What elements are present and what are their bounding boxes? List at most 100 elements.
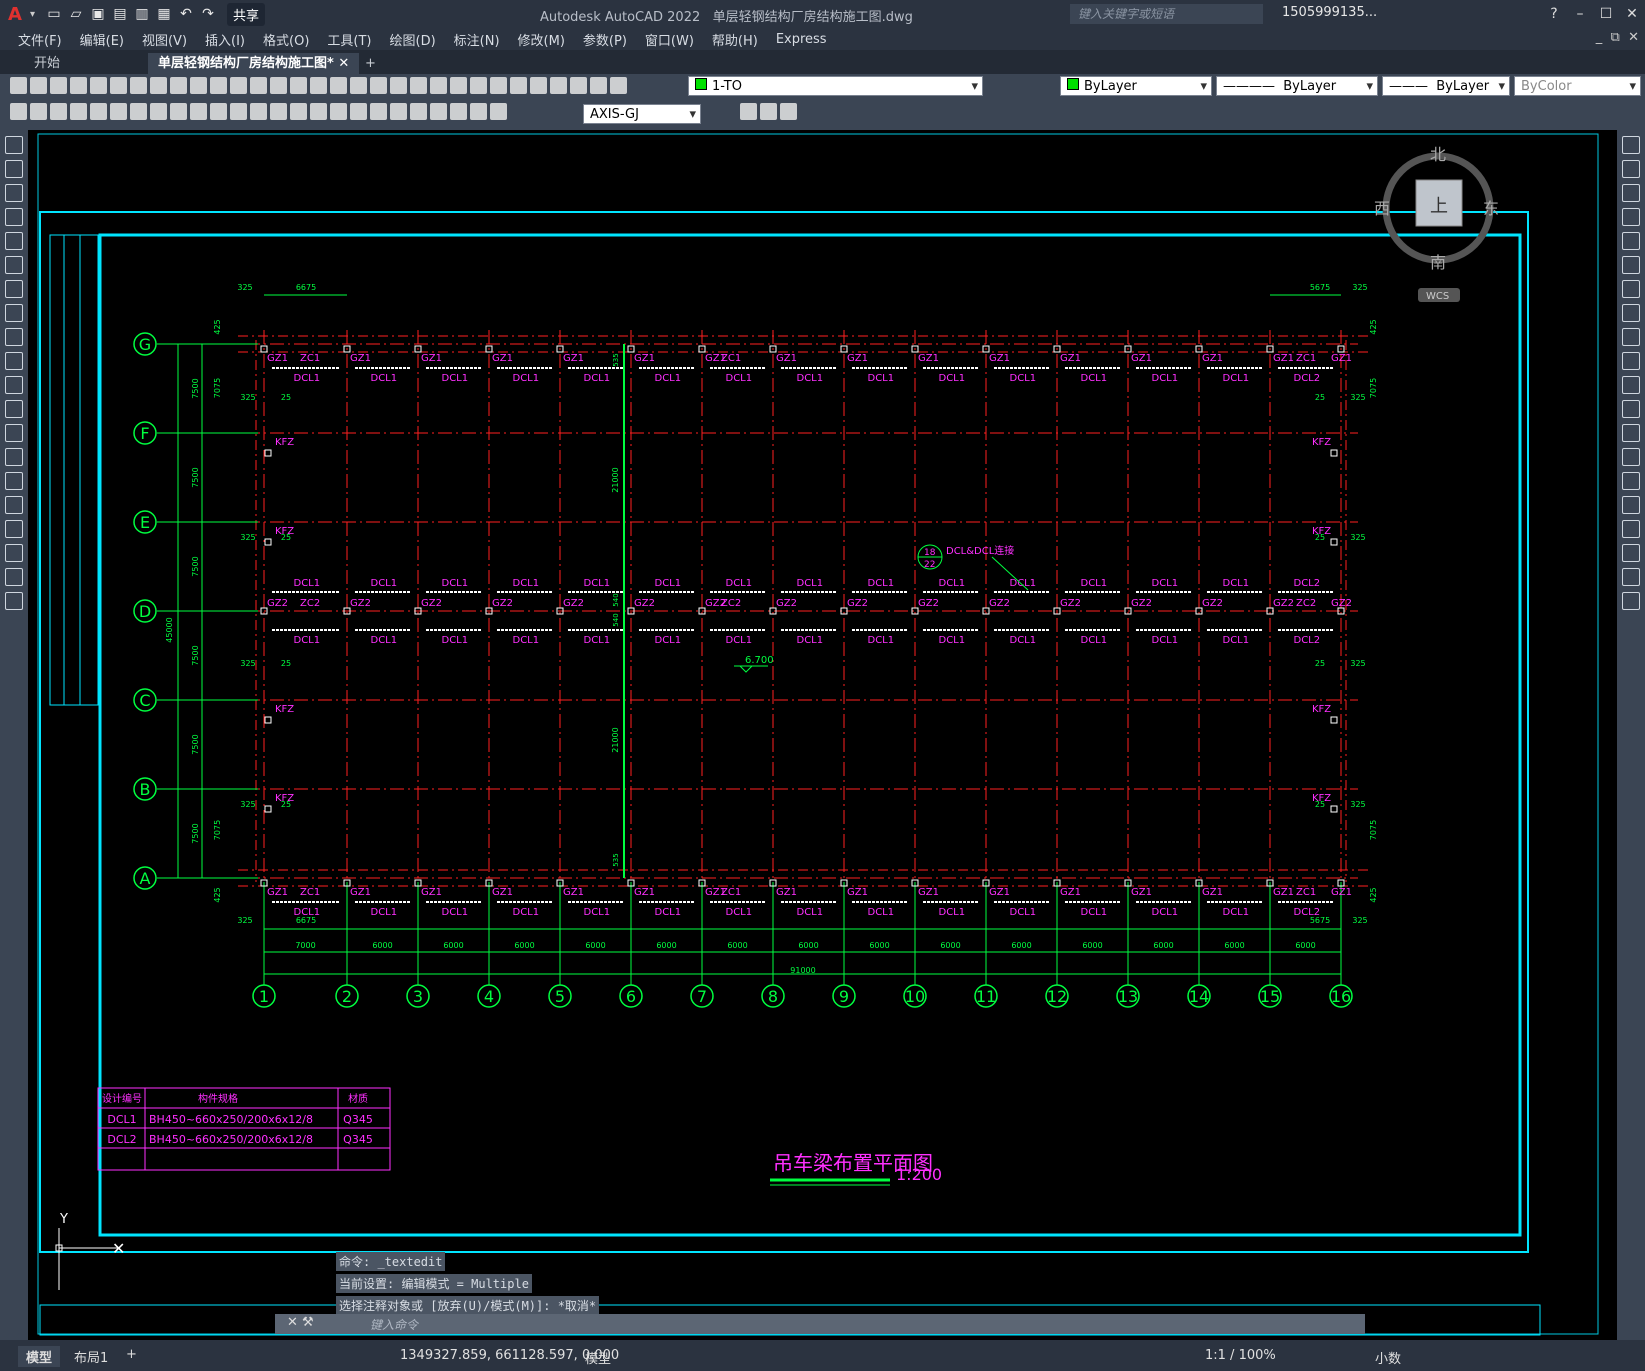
dimension-tool-icon[interactable] (760, 103, 777, 120)
dimension-tool-icon[interactable] (90, 103, 107, 120)
menu-item-12[interactable]: Express (776, 32, 827, 47)
dimension-tool-icon[interactable] (470, 103, 487, 120)
standard-tool-icon[interactable] (250, 77, 267, 94)
standard-tool-icon[interactable] (170, 77, 187, 94)
save-as-icon[interactable]: ▤ (111, 5, 129, 23)
leftbar-tool-icon[interactable] (5, 376, 23, 394)
leftbar-tool-icon[interactable] (5, 424, 23, 442)
standard-tool-icon[interactable] (390, 77, 407, 94)
rightbar-tool-icon[interactable] (1622, 328, 1640, 346)
command-line[interactable]: ✕ ⚒ 键入命令 (275, 1314, 1365, 1334)
dimension-tool-icon[interactable] (450, 103, 467, 120)
rightbar-tool-icon[interactable] (1622, 520, 1640, 538)
standard-tool-icon[interactable] (190, 77, 207, 94)
standard-tool-icon[interactable] (330, 77, 347, 94)
leftbar-tool-icon[interactable] (5, 544, 23, 562)
menu-item-1[interactable]: 编辑(E) (80, 30, 124, 49)
standard-tool-icon[interactable] (490, 77, 507, 94)
standard-tool-icon[interactable] (90, 77, 107, 94)
rightbar-tool-icon[interactable] (1622, 256, 1640, 274)
leftbar-tool-icon[interactable] (5, 256, 23, 274)
menu-item-5[interactable]: 工具(T) (327, 30, 371, 49)
publish-icon[interactable]: ▥ (133, 5, 151, 23)
save-icon[interactable]: ▣ (89, 5, 107, 23)
rightbar-tool-icon[interactable] (1622, 160, 1640, 178)
undo-icon[interactable]: ↶ (177, 5, 195, 23)
rightbar-tool-icon[interactable] (1622, 184, 1640, 202)
help-icon[interactable]: ? (1541, 0, 1567, 28)
dimension-tool-icon[interactable] (50, 103, 67, 120)
leftbar-tool-icon[interactable] (5, 280, 23, 298)
redo-icon[interactable]: ↷ (199, 5, 217, 23)
standard-tool-icon[interactable] (470, 77, 487, 94)
menu-item-2[interactable]: 视图(V) (142, 30, 187, 49)
dimension-tool-icon[interactable] (390, 103, 407, 120)
leftbar-tool-icon[interactable] (5, 232, 23, 250)
leftbar-tool-icon[interactable] (5, 328, 23, 346)
leftbar-tool-icon[interactable] (5, 448, 23, 466)
leftbar-tool-icon[interactable] (5, 496, 23, 514)
viewcube-south[interactable]: 南 (1430, 253, 1446, 272)
new-file-icon[interactable]: ▭ (45, 5, 63, 23)
rightbar-tool-icon[interactable] (1622, 496, 1640, 514)
dimension-tool-icon[interactable] (190, 103, 207, 120)
standard-tool-icon[interactable] (230, 77, 247, 94)
rightbar-tool-icon[interactable] (1622, 280, 1640, 298)
user-account[interactable]: 1505999135... (1282, 5, 1377, 20)
menu-item-8[interactable]: 修改(M) (518, 30, 565, 49)
standard-tool-icon[interactable] (50, 77, 67, 94)
dimension-tool-icon[interactable] (490, 103, 507, 120)
standard-tool-icon[interactable] (150, 77, 167, 94)
autocad-logo-icon[interactable]: A (8, 4, 30, 25)
standard-tool-icon[interactable] (70, 77, 87, 94)
leftbar-tool-icon[interactable] (5, 352, 23, 370)
standard-tool-icon[interactable] (410, 77, 427, 94)
tab-start[interactable]: 开始 (24, 53, 70, 74)
dimension-tool-icon[interactable] (310, 103, 327, 120)
standard-tool-icon[interactable] (510, 77, 527, 94)
leftbar-tool-icon[interactable] (5, 472, 23, 490)
dimension-tool-icon[interactable] (410, 103, 427, 120)
drawing-canvas[interactable]: 1 2 3 4 5 6 7 8 9 10 11 12 13 14 15 16 G F E D C B A DCL1 GZ1 DC… (28, 130, 1617, 1340)
menu-item-6[interactable]: 绘图(D) (390, 30, 436, 49)
menu-item-10[interactable]: 窗口(W) (645, 30, 694, 49)
open-file-icon[interactable]: ▱ (67, 5, 85, 23)
drawing-svg[interactable]: 1 2 3 4 5 6 7 8 9 10 11 12 13 14 15 16GFEDCBA DCL1GZ1DC… (28, 130, 1617, 1340)
dimension-tool-icon[interactable] (70, 103, 87, 120)
leftbar-tool-icon[interactable] (5, 208, 23, 226)
share-button[interactable]: 共享 (227, 2, 266, 26)
tab-drawing[interactable]: 单层轻钢结构厂房结构施工图* ✕ (148, 53, 360, 74)
viewcube-north[interactable]: 北 (1430, 145, 1446, 164)
dimension-tool-icon[interactable] (210, 103, 227, 120)
menu-item-7[interactable]: 标注(N) (454, 30, 500, 49)
leftbar-tool-icon[interactable] (5, 568, 23, 586)
standard-tool-icon[interactable] (430, 77, 447, 94)
model-space-button[interactable]: 模型 (585, 1348, 611, 1367)
search-input[interactable]: 键入关键字或短语 (1070, 4, 1263, 24)
dimension-tool-icon[interactable] (740, 103, 757, 120)
standard-tool-icon[interactable] (210, 77, 227, 94)
dimension-tool-icon[interactable] (290, 103, 307, 120)
rightbar-tool-icon[interactable] (1622, 208, 1640, 226)
plot-icon[interactable]: ▦ (155, 5, 173, 23)
rightbar-tool-icon[interactable] (1622, 352, 1640, 370)
menu-item-11[interactable]: 帮助(H) (712, 30, 758, 49)
standard-tool-icon[interactable] (30, 77, 47, 94)
tab-model[interactable]: 模型 (18, 1346, 61, 1367)
leftbar-tool-icon[interactable] (5, 304, 23, 322)
leftbar-tool-icon[interactable] (5, 160, 23, 178)
dimension-tool-icon[interactable] (330, 103, 347, 120)
dimension-tool-icon[interactable] (250, 103, 267, 120)
menu-item-3[interactable]: 插入(I) (205, 30, 245, 49)
tab-layout1[interactable]: 布局1 (66, 1346, 116, 1367)
dimension-tool-icon[interactable] (170, 103, 187, 120)
menu-item-9[interactable]: 参数(P) (583, 30, 627, 49)
rightbar-tool-icon[interactable] (1622, 568, 1640, 586)
dimension-tool-icon[interactable] (270, 103, 287, 120)
layer-dropdown[interactable]: 1-TO (688, 76, 983, 97)
standard-tool-icon[interactable] (590, 77, 607, 94)
command-input[interactable]: 键入命令 (370, 1316, 418, 1333)
rightbar-tool-icon[interactable] (1622, 472, 1640, 490)
rightbar-tool-icon[interactable] (1622, 400, 1640, 418)
menu-item-4[interactable]: 格式(O) (263, 30, 309, 49)
